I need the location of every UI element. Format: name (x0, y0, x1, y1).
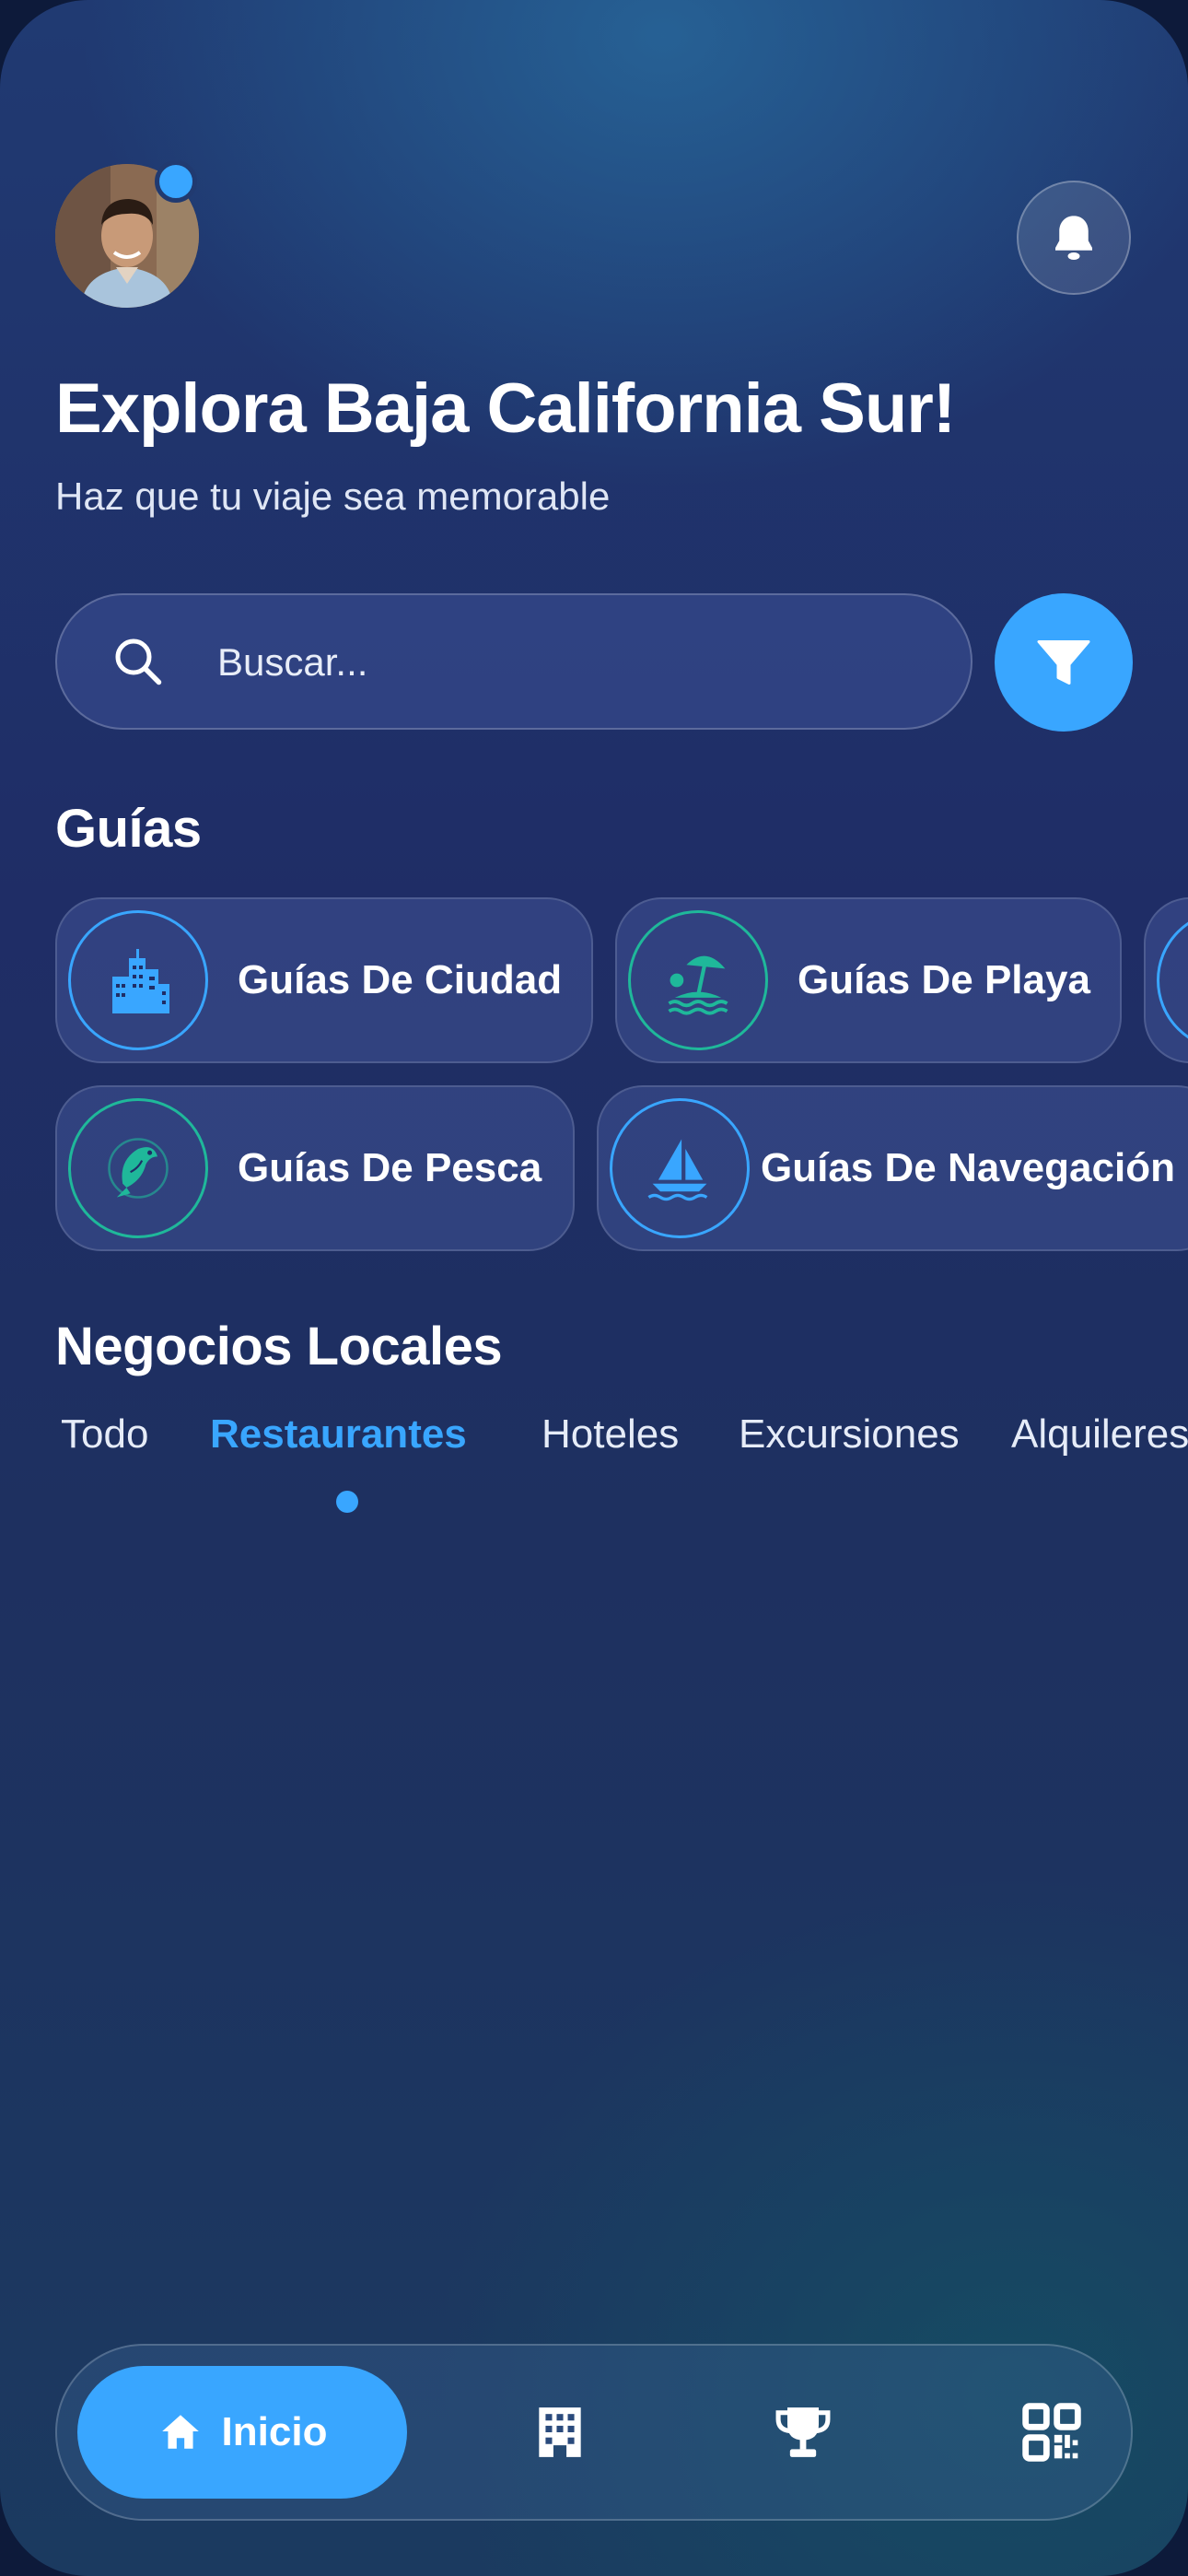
tab-excursiones[interactable]: Excursiones (739, 1411, 960, 1458)
tab-alquileres[interactable]: Alquileres (1011, 1411, 1188, 1458)
guide-more[interactable] (1144, 897, 1188, 1063)
active-tab-indicator (336, 1491, 358, 1513)
guide-fishing[interactable]: Guías De Pesca (55, 1085, 575, 1251)
bell-icon (1055, 216, 1092, 260)
nav-home-label: Inicio (221, 2409, 328, 2454)
beach-icon (668, 955, 728, 1015)
guide-beach-label: Guías De Playa (798, 957, 1090, 1002)
guide-city-label: Guías De Ciudad (238, 957, 563, 1002)
home-icon (161, 2415, 199, 2449)
page-title: Explora Baja California Sur! (55, 369, 956, 448)
home-screen: Explora Baja California Sur! Haz que tu … (0, 0, 1188, 2576)
tab-restaurantes[interactable]: Restaurantes (210, 1411, 467, 1458)
guide-navigation-label: Guías De Navegación (761, 1145, 1175, 1190)
nav-home-button[interactable]: Inicio (77, 2366, 407, 2499)
businesses-section-title: Negocios Locales (55, 1317, 503, 1376)
guide-navigation[interactable]: Guías De Navegación (597, 1085, 1188, 1251)
guide-more-icon-wrap (1157, 910, 1188, 1050)
page-subtitle: Haz que tu viaje sea memorable (55, 474, 611, 518)
search-bar[interactable] (55, 593, 973, 730)
city-icon-wrap (68, 910, 208, 1050)
tab-hoteles[interactable]: Hoteles (542, 1411, 679, 1458)
guides-section-title: Guías (55, 799, 202, 859)
filter-button[interactable] (995, 593, 1133, 732)
qr-code-icon[interactable] (1020, 2401, 1083, 2464)
search-icon (115, 638, 162, 685)
search-input[interactable] (215, 595, 938, 730)
sailboat-icon (647, 1139, 708, 1201)
guide-beach[interactable]: Guías De Playa (615, 897, 1122, 1063)
guide-city[interactable]: Guías De Ciudad (55, 897, 593, 1063)
tab-todo[interactable]: Todo (61, 1411, 148, 1458)
fish-icon-wrap (68, 1098, 208, 1238)
sailboat-icon-wrap (610, 1098, 750, 1238)
city-icon (112, 949, 169, 1013)
filter-icon (1037, 640, 1090, 685)
fish-icon (108, 1138, 169, 1199)
bottom-navbar: Inicio (55, 2344, 1133, 2521)
guide-fishing-label: Guías De Pesca (238, 1145, 542, 1190)
trophy-icon[interactable] (770, 2401, 836, 2464)
online-status-dot (155, 160, 197, 203)
notifications-button[interactable] (1017, 181, 1131, 295)
building-icon[interactable] (529, 2401, 591, 2464)
beach-icon-wrap (628, 910, 768, 1050)
